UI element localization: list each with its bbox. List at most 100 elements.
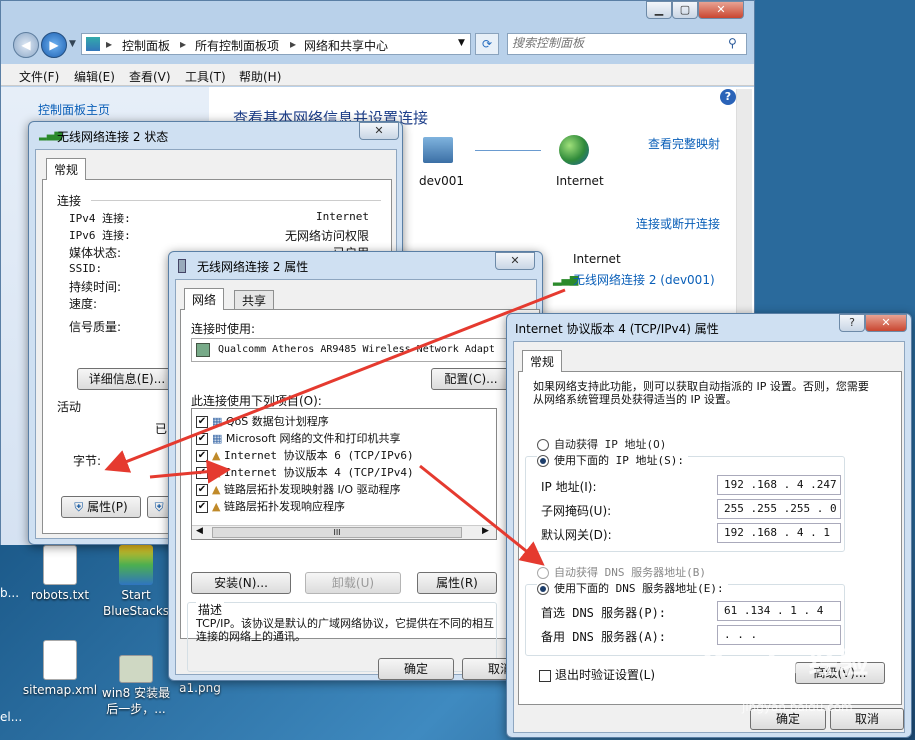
horizontal-scrollbar[interactable]: ◀ III ▶	[192, 525, 496, 539]
back-button[interactable]: ◀	[13, 32, 39, 58]
uninstall-button[interactable]: 卸载(U)	[305, 572, 401, 594]
minimize-button[interactable]: ▁	[646, 1, 672, 19]
ip-address-input[interactable]: 192 .168 . 4 .247	[717, 475, 841, 495]
desktop-icon-sitemap[interactable]: sitemap.xml	[20, 640, 100, 698]
breadcrumb-control-panel[interactable]: 控制面板	[122, 37, 170, 54]
shield-icon: ⛨	[154, 500, 164, 514]
radio-on-icon[interactable]	[537, 582, 549, 595]
auto-dns-option[interactable]: 自动获得 DNS 服务器地址(B)	[537, 564, 706, 580]
status-close-button[interactable]: ✕	[359, 122, 399, 140]
list-item[interactable]: ✔ ▲ 链路层拓扑发现响应程序	[196, 498, 414, 515]
default-gateway-label: 默认网关(D):	[541, 528, 612, 542]
menu-file[interactable]: 文件(F)	[19, 68, 59, 85]
scroll-thumb[interactable]: III	[212, 527, 462, 538]
default-gateway-input[interactable]: 192 .168 . 4 . 1	[717, 523, 841, 543]
install-button[interactable]: 安装(N)...	[191, 572, 291, 594]
subnet-mask-input[interactable]: 255 .255 .255 . 0	[717, 499, 841, 519]
scroll-right-icon[interactable]: ▶	[482, 526, 489, 536]
computer-icon	[423, 137, 453, 163]
desktop-icon-a1[interactable]: a1.png	[170, 680, 230, 696]
shield-icon: ⛨	[74, 500, 84, 514]
checkbox-checked-icon[interactable]: ✔	[196, 484, 208, 496]
ipv4-intro-text: 如果网络支持此功能，则可以获取自动指派的 IP 设置。否则，您需要从网络系统管理…	[533, 380, 869, 406]
desktop-icon-win8[interactable]: win8 安装最后一步，...	[96, 655, 176, 717]
tab-general-ipv4[interactable]: 常规	[522, 350, 563, 372]
properties-close-button[interactable]: ✕	[495, 252, 535, 270]
checkbox-checked-icon[interactable]: ✔	[196, 433, 208, 445]
forward-button[interactable]: ▶	[41, 32, 67, 58]
recent-dropdown-icon[interactable]: ▼	[69, 39, 76, 49]
description-text: TCP/IP。该协议是默认的广域网络协议，它提供在不同的相互连接的网络上的通讯。	[196, 617, 494, 643]
checkbox-empty-icon[interactable]	[539, 669, 551, 682]
node-internet-label: Internet	[556, 174, 604, 188]
breadcrumb-network-center[interactable]: 网络和共享中心	[304, 37, 388, 54]
radio-disabled-icon[interactable]	[537, 566, 549, 579]
items-list: ✔ ▦ QoS 数据包计划程序 ✔ ▦ Microsoft 网络的文件和打印机共享 …	[191, 408, 497, 540]
alternate-dns-label: 备用 DNS 服务器(A):	[541, 630, 667, 644]
connect-disconnect-link[interactable]: 连接或断开连接	[636, 215, 720, 232]
checkbox-checked-icon[interactable]: ✔	[196, 467, 208, 479]
properties-dialog-title: 无线网络连接 2 属性	[197, 260, 309, 274]
status-dialog-title: 无线网络连接 2 状态	[57, 130, 169, 144]
desktop-icon-bluestacks[interactable]: Start BlueStacks	[96, 545, 176, 619]
preferred-dns-label: 首选 DNS 服务器(P):	[541, 606, 667, 620]
address-dropdown-icon[interactable]: ▼	[458, 38, 465, 48]
search-input[interactable]	[512, 36, 712, 50]
refresh-icon[interactable]: ⟳	[475, 33, 499, 55]
address-bar[interactable]: ▸ 控制面板 ▸ 所有控制面板项 ▸ 网络和共享中心 ▼	[81, 33, 471, 55]
checkbox-checked-icon[interactable]: ✔	[196, 501, 208, 513]
scroll-left-icon[interactable]: ◀	[196, 526, 203, 536]
list-item[interactable]: ✔ ▦ QoS 数据包计划程序	[196, 413, 414, 430]
help-icon[interactable]: ?	[720, 89, 736, 105]
menu-view[interactable]: 查看(V)	[129, 68, 171, 85]
checkbox-checked-icon[interactable]: ✔	[196, 450, 208, 462]
ipv4-help-button[interactable]: ?	[839, 314, 865, 332]
breadcrumb-all-items[interactable]: 所有控制面板项	[195, 37, 279, 54]
component-icon: ▦	[212, 432, 223, 445]
menu-tools[interactable]: 工具(T)	[185, 68, 226, 85]
menu-help[interactable]: 帮助(H)	[239, 68, 281, 85]
protocol-icon: ▲	[212, 449, 221, 462]
preferred-dns-input[interactable]: 61 .134 . 1 . 4	[717, 601, 841, 621]
manual-dns-option[interactable]: 使用下面的 DNS 服务器地址(E):	[537, 580, 728, 596]
sent-label: 已	[155, 422, 168, 436]
auto-ip-option[interactable]: 自动获得 IP 地址(O)	[537, 436, 666, 452]
protocol-icon: ▲	[212, 466, 221, 479]
access-type-value: Internet	[573, 252, 621, 266]
validate-on-exit-option[interactable]: 退出时验证设置(L)	[539, 666, 655, 683]
list-item[interactable]: ✔ ▲ 链路层拓扑发现映射器 I/O 驱动程序	[196, 481, 414, 498]
status-row: IPv4 连接: Internet	[69, 210, 369, 225]
radio-on-icon[interactable]	[537, 454, 549, 467]
component-icon: ▦	[212, 415, 223, 428]
list-item[interactable]: ✔ ▦ Microsoft 网络的文件和打印机共享	[196, 430, 414, 447]
connect-using-label: 连接时使用:	[191, 322, 256, 336]
tab-network[interactable]: 网络	[184, 288, 225, 310]
ipv4-dialog-title: Internet 协议版本 4 (TCP/IPv4) 属性	[515, 322, 719, 336]
list-item[interactable]: ✔ ▲ Internet 协议版本 4 (TCP/IPv4)	[196, 464, 414, 481]
tab-general[interactable]: 常规	[46, 158, 87, 180]
configure-button[interactable]: 配置(C)...	[431, 368, 511, 390]
checkbox-checked-icon[interactable]: ✔	[196, 416, 208, 428]
view-full-map-link[interactable]: 查看完整映射	[648, 135, 720, 152]
manual-ip-option[interactable]: 使用下面的 IP 地址(S):	[537, 452, 688, 468]
properties-ok-button[interactable]: 确定	[378, 658, 454, 680]
item-properties-button[interactable]: 属性(R)	[417, 572, 497, 594]
list-item[interactable]: ✔ ▲ Internet 协议版本 6 (TCP/IPv6)	[196, 447, 414, 464]
section-activity-heading: 活动	[57, 400, 82, 414]
radio-off-icon[interactable]	[537, 438, 549, 451]
maximize-button[interactable]: ▢	[672, 1, 698, 19]
details-button[interactable]: 详细信息(E)...	[77, 368, 177, 390]
globe-icon	[559, 135, 589, 165]
desktop-icon-robots[interactable]: robots.txt	[20, 545, 100, 603]
adapter-field: Qualcomm Atheros AR9485 Wireless Network…	[191, 338, 541, 362]
tab-sharing[interactable]: 共享	[234, 290, 275, 309]
status-properties-button[interactable]: ⛨ 属性(P)	[61, 496, 141, 518]
search-box[interactable]: ⚲	[507, 33, 747, 55]
wireless-connection-link[interactable]: 无线网络连接 2 (dev001)	[573, 271, 715, 288]
sidebar-home-link[interactable]: 控制面板主页	[38, 101, 110, 118]
menu-bar: 文件(F) 编辑(E) 查看(V) 工具(T) 帮助(H)	[1, 64, 754, 86]
menu-edit[interactable]: 编辑(E)	[74, 68, 115, 85]
close-button[interactable]: ✕	[698, 1, 744, 19]
ipv4-close-button[interactable]: ✕	[865, 314, 907, 332]
subnet-mask-label: 子网掩码(U):	[541, 504, 612, 518]
